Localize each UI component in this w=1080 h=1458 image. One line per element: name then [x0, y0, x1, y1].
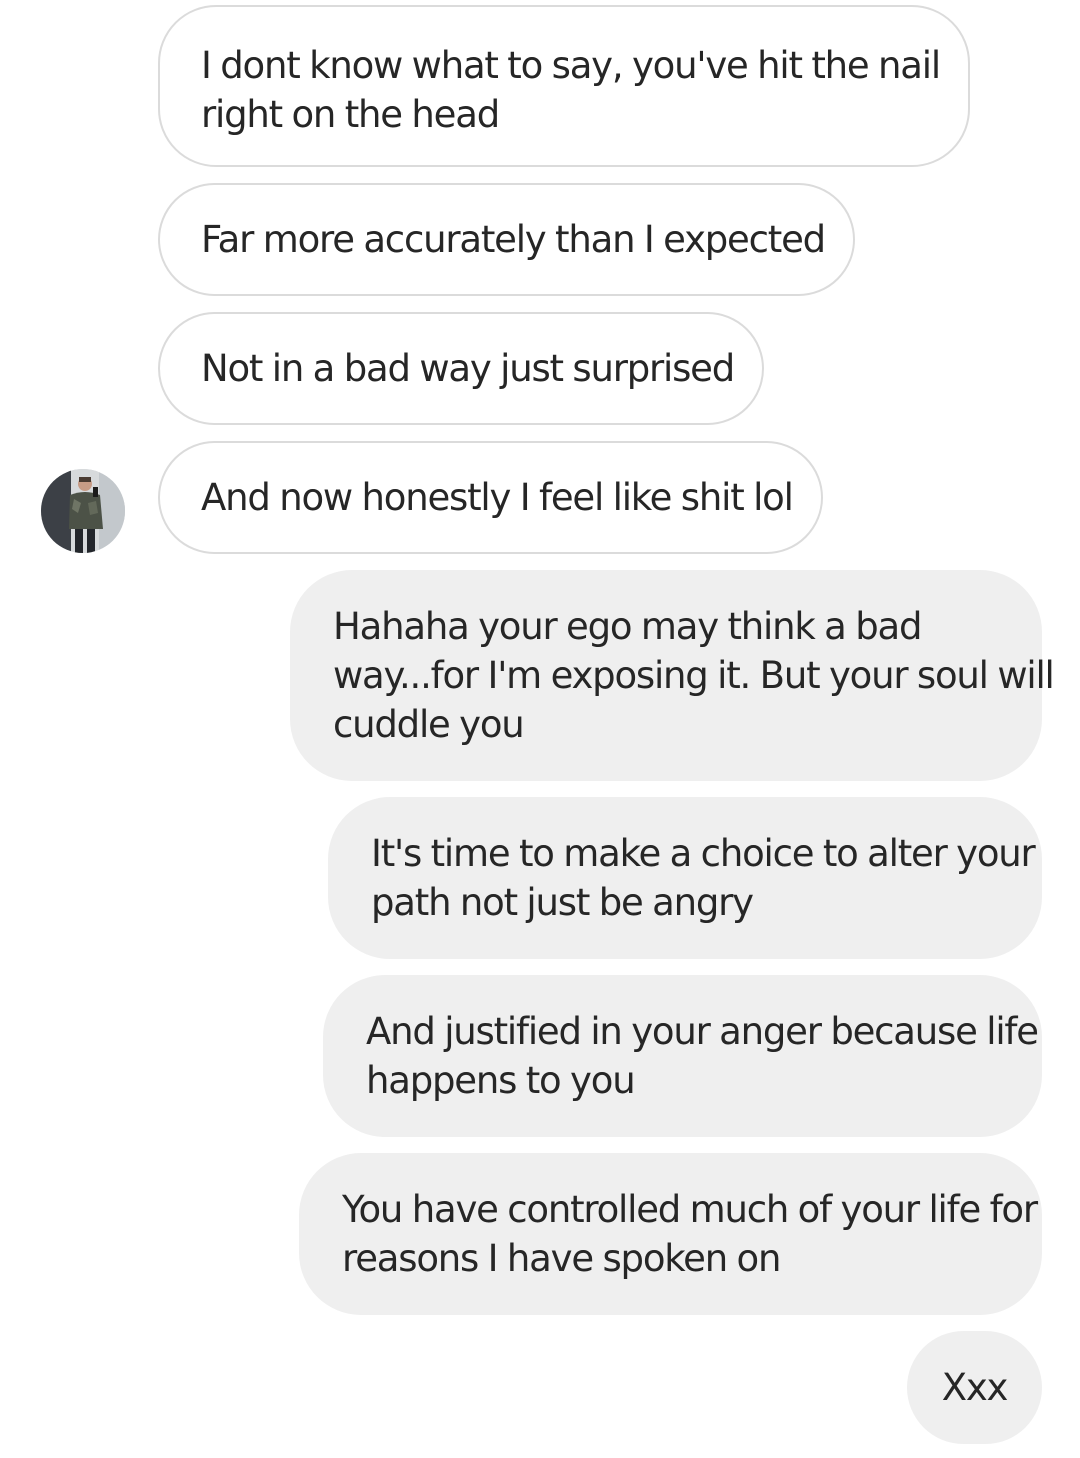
outgoing-message[interactable]: Xxx: [907, 1331, 1042, 1444]
user-avatar-photo-icon: [41, 469, 125, 553]
message-text-line: happens to you: [366, 1059, 636, 1102]
message-text-line: Far more accurately than I expected: [201, 218, 826, 261]
message-text-line: And justified in your anger because life: [366, 1010, 1039, 1053]
message-text-line: Xxx: [941, 1366, 1009, 1409]
outgoing-message[interactable]: Hahaha your ego may think a bad way...fo…: [290, 570, 1055, 781]
message-text-line: And now honestly I feel like shit lol: [201, 476, 794, 519]
message-text-line: reasons I have spoken on: [342, 1237, 781, 1280]
outgoing-message[interactable]: You have controlled much of your life fo…: [299, 1153, 1042, 1315]
sender-avatar[interactable]: [41, 469, 125, 553]
incoming-message[interactable]: And now honestly I feel like shit lol: [158, 441, 823, 554]
message-text-line: You have controlled much of your life fo…: [342, 1188, 1038, 1231]
message-text-line: It's time to make a choice to alter your: [371, 832, 1036, 875]
message-text-line: I dont know what to say, you've hit the …: [201, 44, 941, 87]
message-text-line: Hahaha your ego may think a bad: [333, 605, 922, 648]
outgoing-message[interactable]: And justified in your anger because life…: [323, 975, 1042, 1137]
message-text-line: path not just be angry: [371, 881, 754, 924]
message-text-line: way...for I'm exposing it. But your soul…: [333, 654, 1055, 697]
message-text-line: right on the head: [201, 93, 500, 136]
incoming-message[interactable]: Not in a bad way just surprised: [158, 312, 765, 425]
incoming-message[interactable]: I dont know what to say, you've hit the …: [158, 5, 970, 167]
outgoing-message[interactable]: It's time to make a choice to alter your…: [328, 797, 1042, 959]
message-text-line: Not in a bad way just surprised: [201, 347, 735, 390]
message-text-line: cuddle you: [333, 703, 525, 746]
incoming-message[interactable]: Far more accurately than I expected: [158, 183, 855, 296]
